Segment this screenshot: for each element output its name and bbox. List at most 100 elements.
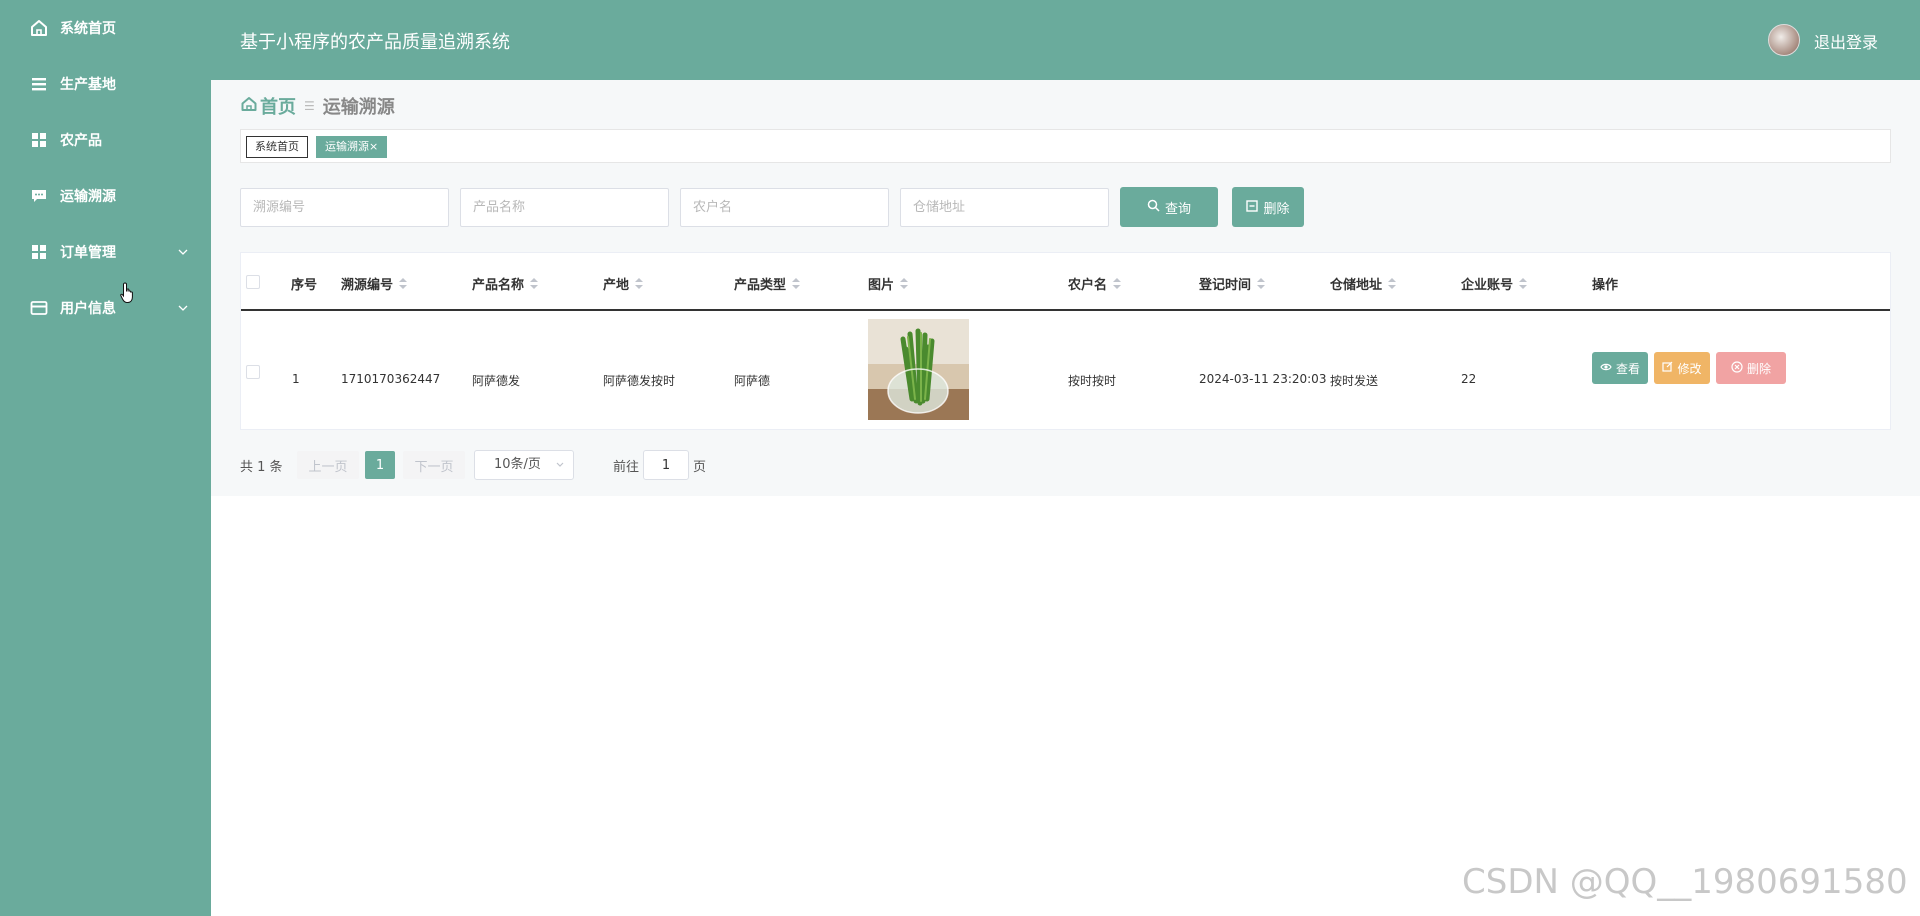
table-header: 序号 溯源编号 产品名称 产地 产品类型 图片 农户名 登记时间 仓储地址 企业…	[241, 253, 1890, 311]
sort-icon[interactable]	[635, 277, 644, 290]
edit-button-label: 修改	[1677, 361, 1702, 376]
close-circle-icon	[1731, 360, 1743, 376]
delete-button-label: 删除	[1746, 361, 1771, 376]
sidebar-item-label: 农产品	[60, 133, 102, 149]
batch-delete-button[interactable]: 删除	[1232, 187, 1304, 227]
grid-icon	[30, 131, 48, 149]
close-icon[interactable]: ×	[369, 140, 378, 153]
column-header-actions: 操作	[1592, 274, 1618, 293]
page-number-button[interactable]: 1	[365, 451, 395, 479]
cell-trace-no: 1710170362447	[341, 372, 441, 386]
cell-index: 1	[292, 372, 300, 386]
goto-suffix: 页	[693, 459, 707, 475]
sort-icon[interactable]	[792, 277, 801, 290]
warehouse-input[interactable]	[900, 188, 1109, 227]
column-label: 操作	[1592, 278, 1619, 293]
hand-cursor-icon	[120, 282, 136, 308]
avatar[interactable]	[1768, 24, 1800, 56]
column-label: 产品类型	[734, 278, 787, 293]
cell-product-name: 阿萨德发	[472, 374, 521, 388]
sidebar-item-transport-trace[interactable]: 运输溯源	[0, 176, 211, 216]
farmer-name-input[interactable]	[680, 188, 889, 227]
delete-icon	[1246, 199, 1259, 215]
sidebar-item-label: 生产基地	[60, 77, 116, 93]
tab-label: 运输溯源	[325, 140, 369, 153]
sidebar-item-production-base[interactable]: 生产基地	[0, 64, 211, 104]
edit-icon	[1662, 361, 1673, 375]
pagination-total: 共 1 条	[240, 459, 283, 475]
page-size-select[interactable]: 10条/页	[474, 450, 574, 480]
sidebar-item-user-info[interactable]: 用户信息	[0, 288, 211, 328]
goto-page-input[interactable]	[643, 450, 689, 480]
column-header-origin[interactable]: 产地	[603, 274, 644, 293]
delete-button[interactable]: 删除	[1716, 352, 1786, 384]
breadcrumb: 首页 ☰ 运输溯源	[241, 93, 395, 119]
column-header-trace-no[interactable]: 溯源编号	[341, 274, 408, 293]
column-header-warehouse[interactable]: 仓储地址	[1330, 274, 1397, 293]
edit-button[interactable]: 修改	[1654, 352, 1710, 384]
query-button[interactable]: 查询	[1120, 187, 1218, 227]
tab-home[interactable]: 系统首页	[246, 136, 308, 158]
message-icon	[30, 187, 48, 205]
column-header-company-account[interactable]: 企业账号	[1461, 274, 1528, 293]
sort-icon[interactable]	[1519, 277, 1528, 290]
column-header-image[interactable]: 图片	[868, 274, 909, 293]
sidebar: 系统首页 生产基地 农产品 运输溯源 订单管理 用户信息	[0, 0, 211, 916]
top-header: 基于小程序的农产品质量追溯系统 退出登录	[211, 0, 1920, 80]
chevron-down-icon	[176, 301, 190, 315]
sort-icon[interactable]	[1388, 277, 1397, 290]
sidebar-item-label: 运输溯源	[60, 189, 116, 205]
breadcrumb-home[interactable]: 首页	[241, 93, 296, 119]
chevron-down-icon	[555, 451, 565, 490]
next-page-button[interactable]: 下一页	[403, 451, 465, 479]
data-table: 序号 溯源编号 产品名称 产地 产品类型 图片 农户名 登记时间 仓储地址 企业…	[240, 252, 1891, 430]
sidebar-item-agri-products[interactable]: 农产品	[0, 120, 211, 160]
row-checkbox[interactable]	[246, 365, 260, 379]
cell-product-type: 阿萨德	[734, 374, 771, 388]
sort-icon[interactable]	[900, 277, 909, 290]
column-header-farmer-name[interactable]: 农户名	[1068, 274, 1122, 293]
tab-bar: 系统首页 运输溯源×	[240, 129, 1891, 163]
column-label: 农户名	[1068, 278, 1108, 293]
select-all-checkbox[interactable]	[246, 275, 260, 289]
sort-icon[interactable]	[1113, 277, 1122, 290]
logout-button[interactable]: 退出登录	[1814, 29, 1878, 53]
trace-no-input[interactable]	[240, 188, 449, 227]
tab-transport-trace[interactable]: 运输溯源×	[316, 136, 388, 158]
sort-icon[interactable]	[530, 277, 539, 290]
sort-icon[interactable]	[1257, 277, 1266, 290]
cell-origin: 阿萨德发按时	[603, 374, 676, 388]
breadcrumb-home-label: 首页	[260, 97, 296, 118]
cell-warehouse: 按时发送	[1330, 374, 1379, 388]
eye-icon	[1600, 361, 1612, 375]
product-image[interactable]	[868, 319, 969, 420]
card-icon	[30, 299, 48, 317]
grid-icon	[30, 243, 48, 261]
sidebar-item-orders[interactable]: 订单管理	[0, 232, 211, 272]
goto-prefix: 前往	[613, 459, 640, 475]
sidebar-item-home[interactable]: 系统首页	[0, 8, 211, 48]
view-button-label: 查看	[1615, 361, 1640, 376]
view-button[interactable]: 查看	[1592, 352, 1648, 384]
column-label: 登记时间	[1199, 278, 1252, 293]
home-icon	[30, 19, 48, 37]
column-label: 溯源编号	[341, 278, 394, 293]
query-button-label: 查询	[1164, 200, 1191, 216]
column-header-product-name[interactable]: 产品名称	[472, 274, 539, 293]
column-header-index: 序号	[291, 274, 317, 293]
column-header-register-time[interactable]: 登记时间	[1199, 274, 1266, 293]
cell-register-time: 2024-03-11 23:20:03	[1199, 372, 1327, 386]
batch-delete-label: 删除	[1263, 200, 1290, 216]
product-name-input[interactable]	[460, 188, 669, 227]
sort-icon[interactable]	[399, 277, 408, 290]
column-header-product-type[interactable]: 产品类型	[734, 274, 801, 293]
sidebar-item-label: 系统首页	[60, 21, 116, 37]
column-label: 产品名称	[472, 278, 525, 293]
column-label: 仓储地址	[1330, 278, 1383, 293]
csdn-watermark: CSDN @QQ__1980691580	[1462, 862, 1908, 902]
app-title: 基于小程序的农产品质量追溯系统	[240, 32, 510, 53]
prev-page-button[interactable]: 上一页	[297, 451, 359, 479]
breadcrumb-current: 运输溯源	[322, 97, 395, 118]
breadcrumb-separator-icon: ☰	[304, 99, 315, 113]
chevron-down-icon	[176, 245, 190, 259]
